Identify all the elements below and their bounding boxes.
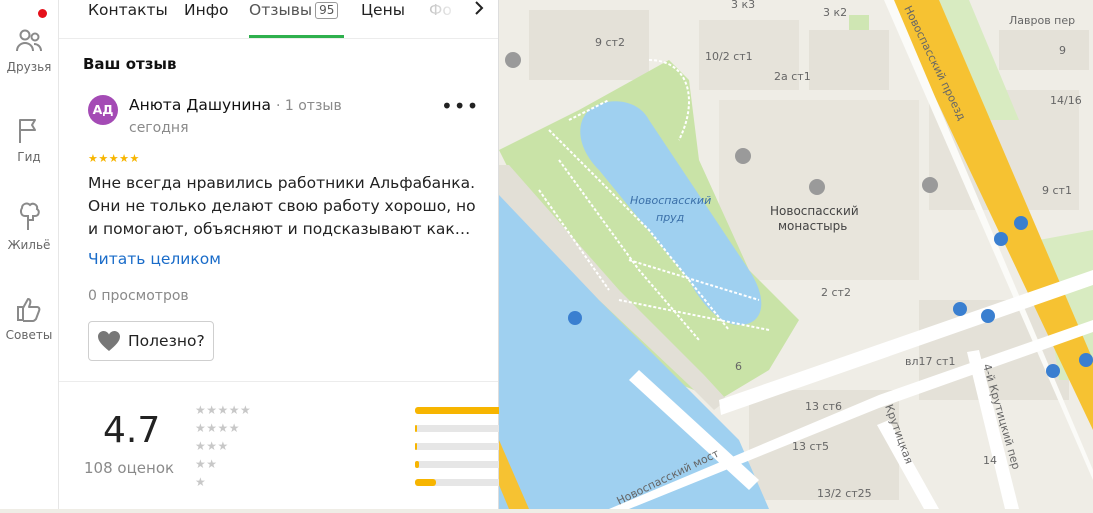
more-options-button[interactable]: ••• bbox=[441, 96, 479, 116]
distribution-bar-fill bbox=[415, 443, 417, 450]
section-title: Ваш отзыв bbox=[83, 55, 177, 73]
map-label: 2 ст2 bbox=[821, 286, 851, 299]
lodging-icon bbox=[20, 202, 40, 230]
map-label: 14 bbox=[983, 454, 997, 467]
notification-dot bbox=[38, 9, 47, 18]
map-label: Новоспасский bbox=[630, 194, 711, 207]
tab-bar: Контакты Инфо Отзывы95 Цены Фо bbox=[59, 0, 498, 39]
map-label: 10/2 ст1 bbox=[705, 50, 753, 63]
friends-icon bbox=[16, 29, 42, 52]
active-tab-indicator bbox=[249, 35, 344, 38]
flag-icon bbox=[19, 119, 36, 143]
useful-button[interactable]: Полезно? bbox=[88, 321, 214, 361]
tab-reviews-label: Отзывы bbox=[249, 1, 313, 19]
map-label: 3 к2 bbox=[823, 6, 847, 19]
org-panel: Контакты Инфо Отзывы95 Цены Фо Ваш отзыв… bbox=[59, 0, 609, 509]
rail-label-friends: Друзья bbox=[6, 60, 52, 74]
avatar[interactable]: АД bbox=[88, 95, 118, 125]
review-author: Анюта Дашунина · 1 отзыв bbox=[129, 96, 342, 114]
review-text-line: Они не только делают свою работу хорошо,… bbox=[88, 197, 476, 215]
map-label: Лавров пер bbox=[1009, 14, 1075, 27]
map-label: 14/16 bbox=[1050, 94, 1082, 107]
rating-value: 4.7 bbox=[103, 410, 161, 451]
review-text-line: и помогают, объясняют и подсказывают как… bbox=[88, 220, 471, 238]
distribution-stars: ★★★★ bbox=[195, 421, 241, 435]
distribution-stars: ★★ bbox=[195, 457, 218, 471]
useful-label: Полезно? bbox=[128, 332, 205, 350]
map-label: 9 ст1 bbox=[1042, 184, 1072, 197]
map-label: 6 bbox=[735, 360, 742, 373]
rail-label-lodging: Жильё bbox=[7, 238, 51, 252]
rating-count: 108 оценок bbox=[84, 459, 175, 477]
review-text-line: Мне всегда нравились работники Альфабанк… bbox=[88, 174, 476, 192]
review-text: Мне всегда нравились работники Альфабанк… bbox=[88, 172, 478, 241]
distribution-bar-fill bbox=[415, 479, 437, 486]
distribution-stars: ★★★ bbox=[195, 439, 229, 453]
map-label: монастырь bbox=[778, 219, 847, 233]
thumbs-up-icon bbox=[17, 298, 41, 322]
author-name[interactable]: Анюта Дашунина bbox=[129, 96, 271, 114]
tab-fade bbox=[424, 0, 464, 36]
review-stars: ★★★★★ bbox=[88, 152, 140, 165]
distribution-bar-fill bbox=[415, 425, 417, 432]
read-more-link[interactable]: Читать целиком bbox=[88, 250, 221, 268]
map-label: 13/2 ст25 bbox=[817, 487, 872, 500]
heart-icon bbox=[98, 331, 120, 351]
views-count: 0 просмотров bbox=[88, 288, 189, 304]
map-label: 13 ст6 bbox=[805, 400, 842, 413]
distribution-bar-fill bbox=[415, 461, 419, 468]
divider bbox=[59, 381, 498, 382]
left-rail: Друзья Гид Жильё Советы bbox=[0, 0, 59, 509]
map-label: 3 к3 bbox=[731, 0, 755, 11]
rail-item-friends[interactable]: Друзья bbox=[0, 26, 58, 74]
rail-item-lodging[interactable]: Жильё bbox=[0, 200, 58, 252]
review-date: сегодня bbox=[129, 120, 189, 136]
tabs-scroll-right-button[interactable] bbox=[464, 0, 494, 20]
map-label: 9 bbox=[1059, 44, 1066, 57]
tab-contacts[interactable]: Контакты bbox=[88, 0, 168, 38]
reviews-count-badge: 95 bbox=[315, 2, 339, 19]
tab-reviews[interactable]: Отзывы 95 bbox=[249, 0, 339, 38]
rail-item-tips[interactable]: Советы bbox=[0, 294, 58, 342]
tab-prices[interactable]: Цены bbox=[361, 0, 405, 38]
distribution-stars: ★ bbox=[195, 475, 207, 489]
rail-label-guide: Гид bbox=[17, 150, 41, 164]
chevron-right-icon bbox=[475, 1, 484, 15]
map-label: 9 ст2 bbox=[595, 36, 625, 49]
author-review-count: · 1 отзыв bbox=[275, 98, 342, 114]
map-label: 13 ст5 bbox=[792, 440, 829, 453]
map-label: вл17 ст1 bbox=[905, 355, 955, 368]
map[interactable]: 3 к3 3 к2 Лавров пер 9 ст2 10/2 ст1 2а с… bbox=[499, 0, 1093, 509]
map-label: пруд bbox=[656, 211, 684, 224]
map-label: Новоспасский bbox=[770, 204, 859, 218]
rail-item-guide[interactable]: Гид bbox=[0, 116, 58, 164]
distribution-stars: ★★★★★ bbox=[195, 403, 252, 417]
map-label: 2а ст1 bbox=[774, 70, 811, 83]
map-canvas[interactable]: 3 к3 3 к2 Лавров пер 9 ст2 10/2 ст1 2а с… bbox=[499, 0, 1093, 509]
tab-info[interactable]: Инфо bbox=[184, 0, 228, 38]
rail-label-tips: Советы bbox=[5, 328, 53, 342]
